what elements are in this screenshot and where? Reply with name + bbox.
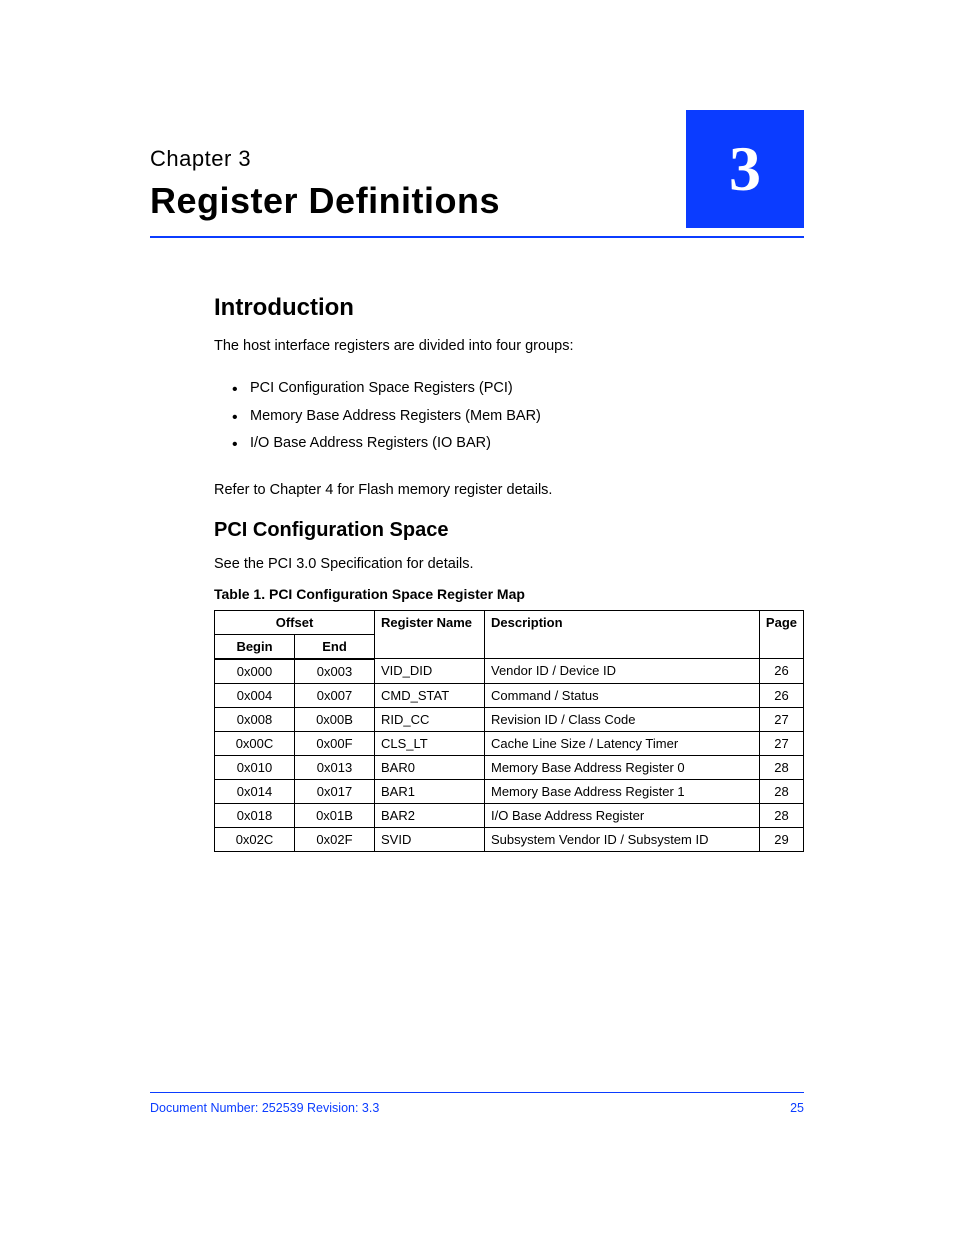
cell-begin: 0x004 — [215, 683, 295, 707]
cell-name: RID_CC — [375, 707, 485, 731]
chapter-kicker: Chapter 3 — [150, 146, 674, 172]
footer-row: Document Number: 252539 Revision: 3.3 25 — [150, 1101, 804, 1115]
cell-end: 0x00B — [295, 707, 375, 731]
cell-end: 0x00F — [295, 731, 375, 755]
col-name: Register Name — [375, 610, 485, 659]
cell-page: 27 — [759, 731, 803, 755]
cell-end: 0x02F — [295, 827, 375, 851]
footer-right: 25 — [790, 1101, 804, 1115]
intro-bullet-list: PCI Configuration Space Registers (PCI) … — [232, 375, 804, 458]
chapter-number-badge: 3 — [686, 110, 804, 228]
cell-name: CMD_STAT — [375, 683, 485, 707]
cell-desc: Memory Base Address Register 0 — [485, 755, 760, 779]
intro-note: Refer to Chapter 4 for Flash memory regi… — [214, 480, 804, 501]
cell-end: 0x007 — [295, 683, 375, 707]
footer-left-text: Document Number: 252539 Revision: 3.3 — [150, 1101, 379, 1115]
table-row: 0x018 0x01B BAR2 I/O Base Address Regist… — [215, 803, 804, 827]
table-row: 0x010 0x013 BAR0 Memory Base Address Reg… — [215, 755, 804, 779]
table-row: 0x014 0x017 BAR1 Memory Base Address Reg… — [215, 779, 804, 803]
section-pci-title: PCI Configuration Space — [214, 519, 804, 542]
header-rule — [150, 236, 804, 238]
chapter-title: Register Definitions — [150, 180, 674, 222]
cell-desc: I/O Base Address Register — [485, 803, 760, 827]
table-caption: Table 1. PCI Configuration Space Registe… — [214, 586, 804, 602]
cell-name: BAR0 — [375, 755, 485, 779]
cell-begin: 0x010 — [215, 755, 295, 779]
chapter-header-text: Chapter 3 Register Definitions — [150, 146, 674, 228]
table-row: 0x008 0x00B RID_CC Revision ID / Class C… — [215, 707, 804, 731]
col-desc: Description — [485, 610, 760, 659]
cell-name: BAR1 — [375, 779, 485, 803]
list-item: Memory Base Address Registers (Mem BAR) — [232, 403, 804, 431]
intro-paragraph: The host interface registers are divided… — [214, 336, 804, 357]
cell-page: 28 — [759, 755, 803, 779]
section-introduction-title: Introduction — [214, 294, 804, 322]
cell-page: 28 — [759, 779, 803, 803]
cell-name: VID_DID — [375, 659, 485, 684]
cell-page: 28 — [759, 803, 803, 827]
cell-begin: 0x02C — [215, 827, 295, 851]
page: Chapter 3 Register Definitions 3 Introdu… — [0, 0, 954, 1235]
col-page: Page — [759, 610, 803, 659]
cell-begin: 0x000 — [215, 659, 295, 684]
pci-reference: See the PCI 3.0 Specification for detail… — [214, 556, 804, 572]
cell-desc: Command / Status — [485, 683, 760, 707]
cell-desc: Cache Line Size / Latency Timer — [485, 731, 760, 755]
table-row: 0x02C 0x02F SVID Subsystem Vendor ID / S… — [215, 827, 804, 851]
cell-begin: 0x00C — [215, 731, 295, 755]
cell-end: 0x01B — [295, 803, 375, 827]
cell-desc: Subsystem Vendor ID / Subsystem ID — [485, 827, 760, 851]
footer-rule — [150, 1092, 804, 1093]
table-header-row-1: Offset Register Name Description Page — [215, 610, 804, 634]
col-begin: Begin — [215, 634, 295, 659]
col-end: End — [295, 634, 375, 659]
cell-end: 0x017 — [295, 779, 375, 803]
cell-desc: Vendor ID / Device ID — [485, 659, 760, 684]
register-map-table: Offset Register Name Description Page Be… — [214, 610, 804, 852]
cell-page: 27 — [759, 707, 803, 731]
list-item: I/O Base Address Registers (IO BAR) — [232, 430, 804, 458]
cell-begin: 0x018 — [215, 803, 295, 827]
cell-page: 26 — [759, 659, 803, 684]
cell-page: 29 — [759, 827, 803, 851]
cell-name: CLS_LT — [375, 731, 485, 755]
cell-desc: Revision ID / Class Code — [485, 707, 760, 731]
table-body: 0x000 0x003 VID_DID Vendor ID / Device I… — [215, 659, 804, 852]
cell-page: 26 — [759, 683, 803, 707]
cell-begin: 0x014 — [215, 779, 295, 803]
chapter-header: Chapter 3 Register Definitions 3 — [150, 110, 804, 228]
cell-end: 0x013 — [295, 755, 375, 779]
col-offset: Offset — [215, 610, 375, 634]
cell-name: BAR2 — [375, 803, 485, 827]
cell-desc: Memory Base Address Register 1 — [485, 779, 760, 803]
cell-begin: 0x008 — [215, 707, 295, 731]
cell-name: SVID — [375, 827, 485, 851]
page-number: 25 — [790, 1101, 804, 1115]
page-footer: Document Number: 252539 Revision: 3.3 25 — [150, 1092, 804, 1115]
content: Introduction The host interface register… — [214, 294, 804, 852]
table-row: 0x00C 0x00F CLS_LT Cache Line Size / Lat… — [215, 731, 804, 755]
table-row: 0x004 0x007 CMD_STAT Command / Status 26 — [215, 683, 804, 707]
cell-end: 0x003 — [295, 659, 375, 684]
table-row: 0x000 0x003 VID_DID Vendor ID / Device I… — [215, 659, 804, 684]
list-item: PCI Configuration Space Registers (PCI) — [232, 375, 804, 403]
